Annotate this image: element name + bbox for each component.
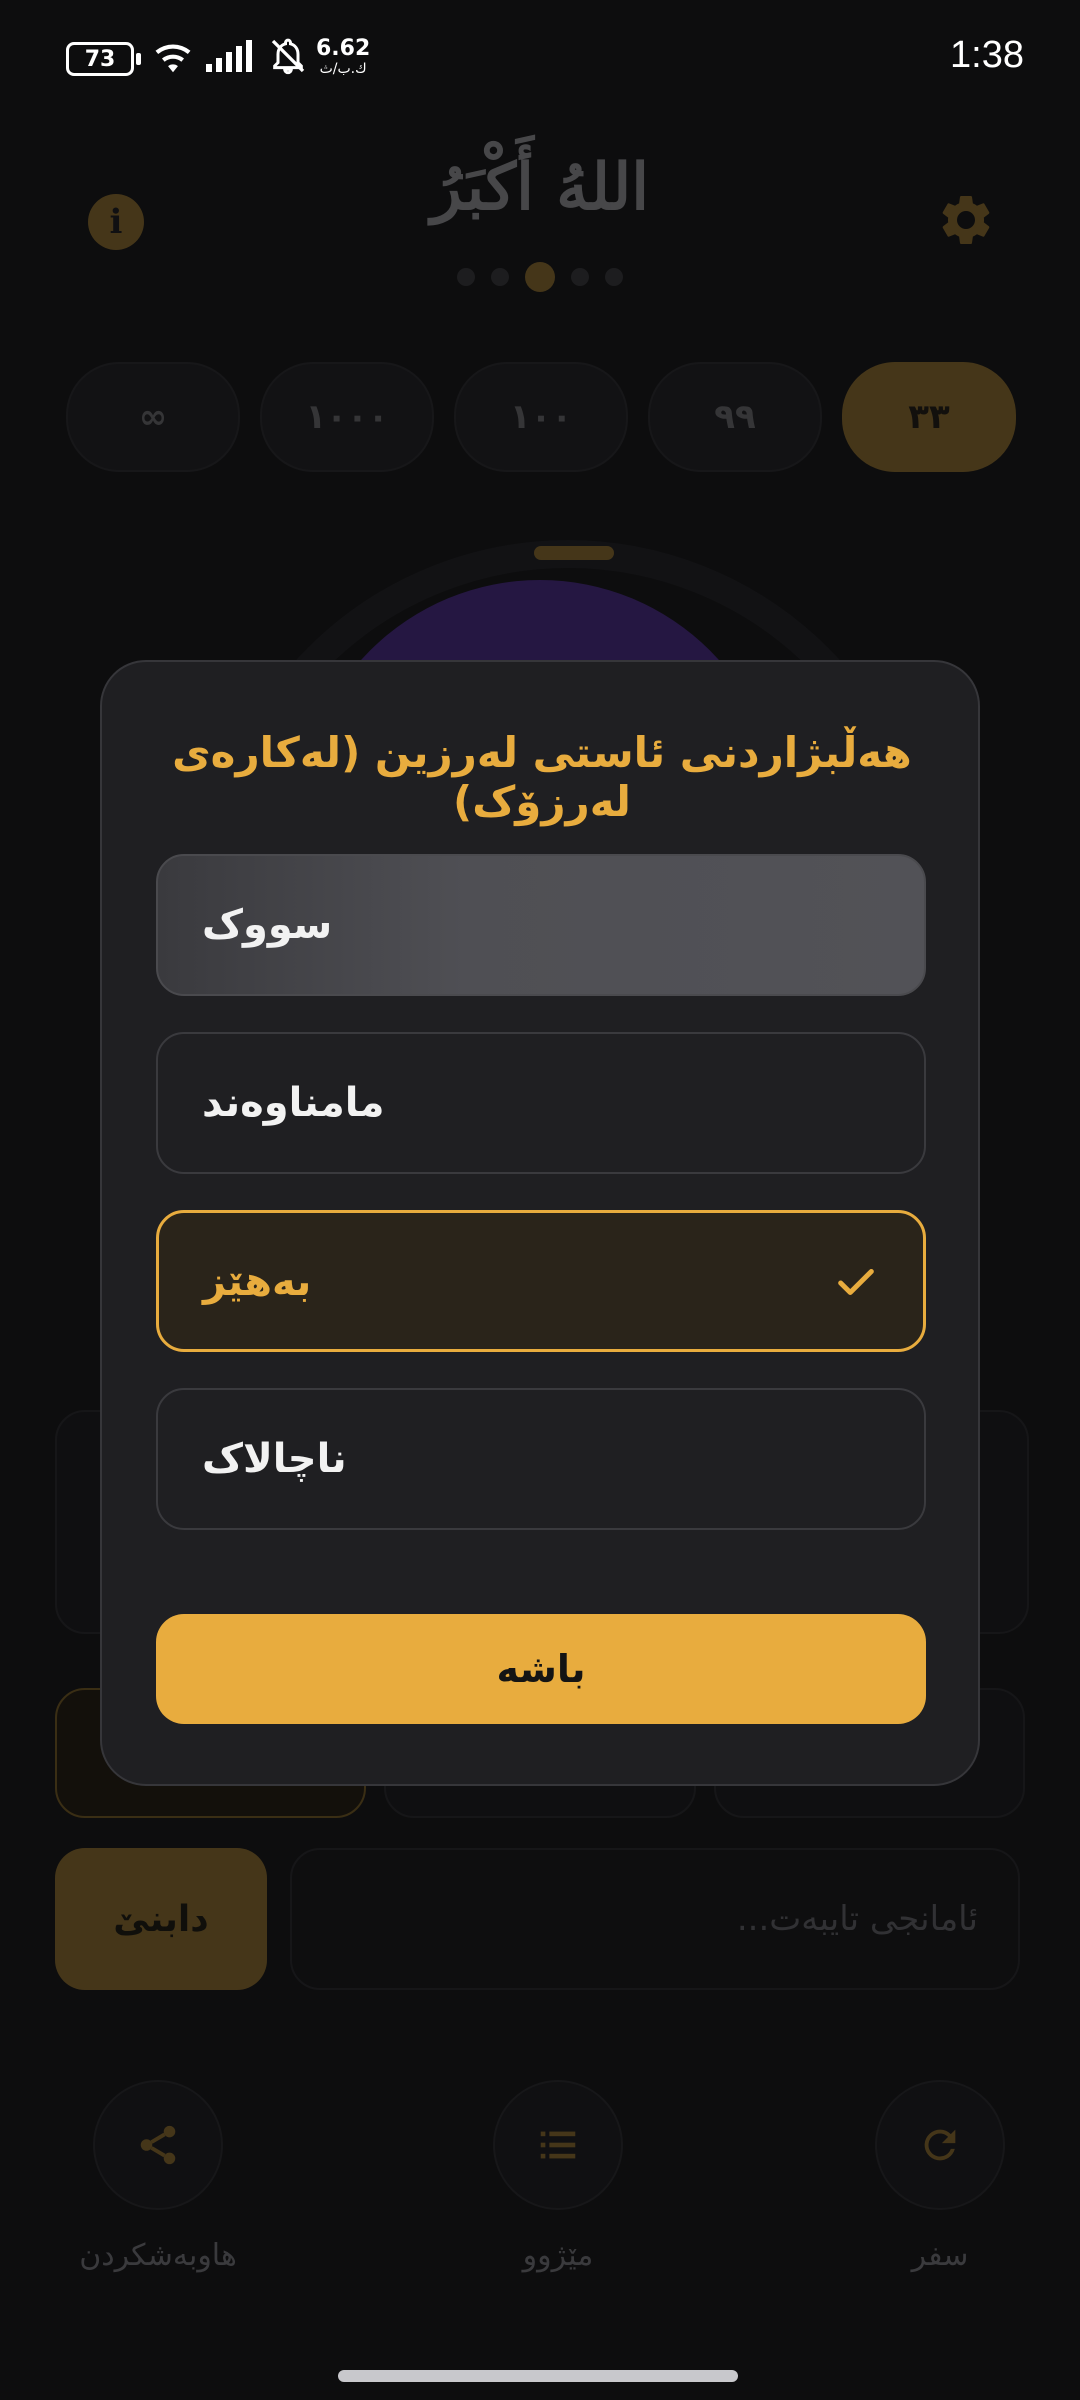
option-label: ناچالاک	[202, 1436, 347, 1482]
battery-indicator: 73	[66, 42, 141, 76]
vibration-level-dialog: هەڵبژاردنی ئاستی لەرزین (لەکارەی لەرزۆک)…	[100, 660, 980, 1786]
status-bar: 73 6.62 ك.ب/ث 1:38	[0, 0, 1080, 115]
ok-button[interactable]: باشە	[156, 1614, 926, 1724]
option-label: بەهێز	[203, 1259, 312, 1305]
network-speed: 6.62 ك.ب/ث	[316, 36, 371, 77]
option-medium[interactable]: مامناوەند	[156, 1032, 926, 1174]
option-off[interactable]: ناچالاک	[156, 1388, 926, 1530]
check-icon	[838, 1268, 874, 1296]
wifi-icon	[155, 44, 191, 73]
screen: i اللهُ أَكْبَرُ ∞ ١٠٠٠ ١٠٠ ٩٩ ٣٣ دابنێ …	[0, 0, 1080, 2400]
signal-icon	[206, 40, 252, 72]
dialog-title: هەڵبژاردنی ئاستی لەرزین (لەکارەی لەرزۆک)	[172, 728, 912, 826]
battery-level: 73	[84, 46, 116, 72]
clock: 1:38	[950, 34, 1024, 76]
option-label: مامناوەند	[202, 1080, 385, 1126]
option-label: سووک	[202, 902, 333, 948]
bell-off-icon	[271, 38, 305, 75]
network-speed-value: 6.62	[316, 36, 371, 61]
option-strong[interactable]: بەهێز	[156, 1210, 926, 1352]
home-indicator[interactable]	[338, 2370, 738, 2382]
option-light[interactable]: سووک	[156, 854, 926, 996]
network-speed-unit: ك.ب/ث	[319, 61, 367, 77]
